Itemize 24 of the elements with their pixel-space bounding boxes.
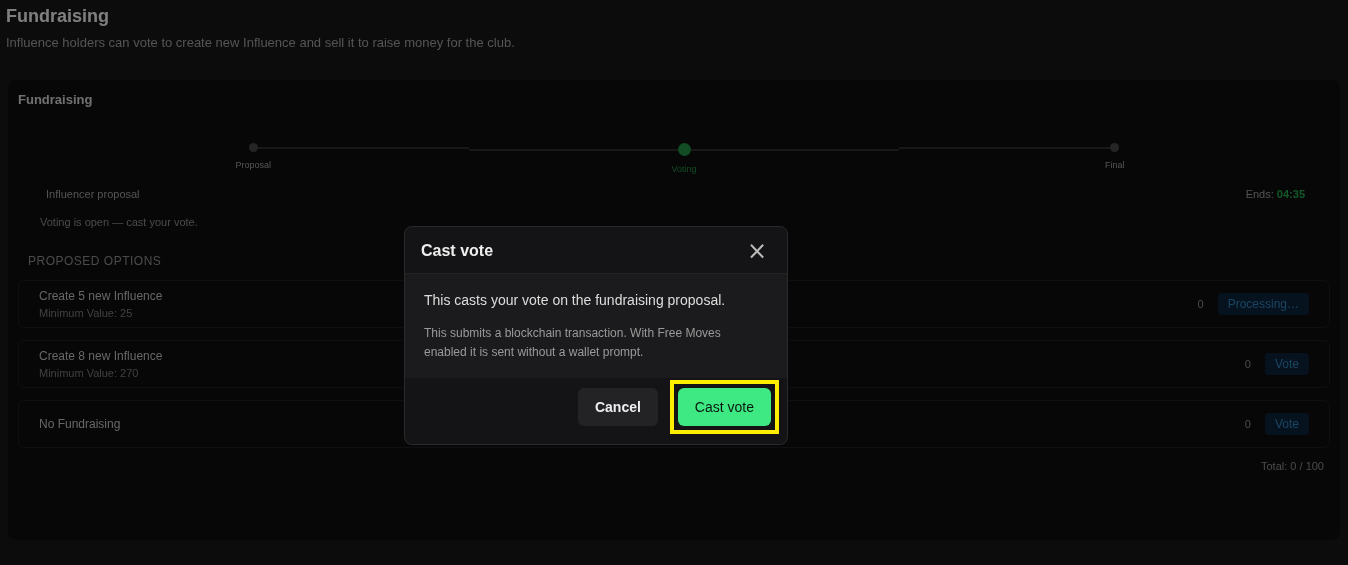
dialog-message: This casts your vote on the fundraising proposal. <box>424 292 727 308</box>
options-heading: PROPOSED OPTIONS <box>28 254 163 268</box>
ends-label: Ends: <box>1245 188 1274 200</box>
page-title: Fundraising <box>6 6 110 27</box>
vote-count: 0 <box>1244 358 1251 370</box>
option-title: No Fundraising <box>39 417 121 431</box>
close-button[interactable]: × <box>742 241 771 261</box>
vote-count: 0 <box>1244 418 1251 430</box>
cancel-button[interactable]: Cancel <box>577 388 658 426</box>
dialog-title: Cast vote <box>421 242 494 260</box>
step-label: Voting <box>671 164 697 174</box>
vote-total: Total: 0 / 100 <box>1260 460 1325 472</box>
proposal-label: Influencer proposal <box>46 188 140 200</box>
step-label: Final <box>1104 160 1125 170</box>
dialog-note: This submits a blockchain transaction. With Free Moves enabled it is sent without a wallet prompt. <box>424 325 722 361</box>
step-label: Proposal <box>235 160 272 170</box>
option-title: Create 5 new Influence <box>39 289 163 303</box>
status-text: Voting is open — cast your vote. <box>40 216 199 228</box>
page-subtitle: Influence holders can vote to create new Influence and sell it to raise money for the club. <box>6 35 516 50</box>
vote-count: 0 <box>1197 298 1204 310</box>
ends-time: 04:35 <box>1276 188 1305 200</box>
cast-vote-button[interactable]: Cast vote <box>677 388 771 426</box>
card-title: Fundraising <box>18 92 94 107</box>
option-title: Create 8 new Influence <box>39 349 163 363</box>
